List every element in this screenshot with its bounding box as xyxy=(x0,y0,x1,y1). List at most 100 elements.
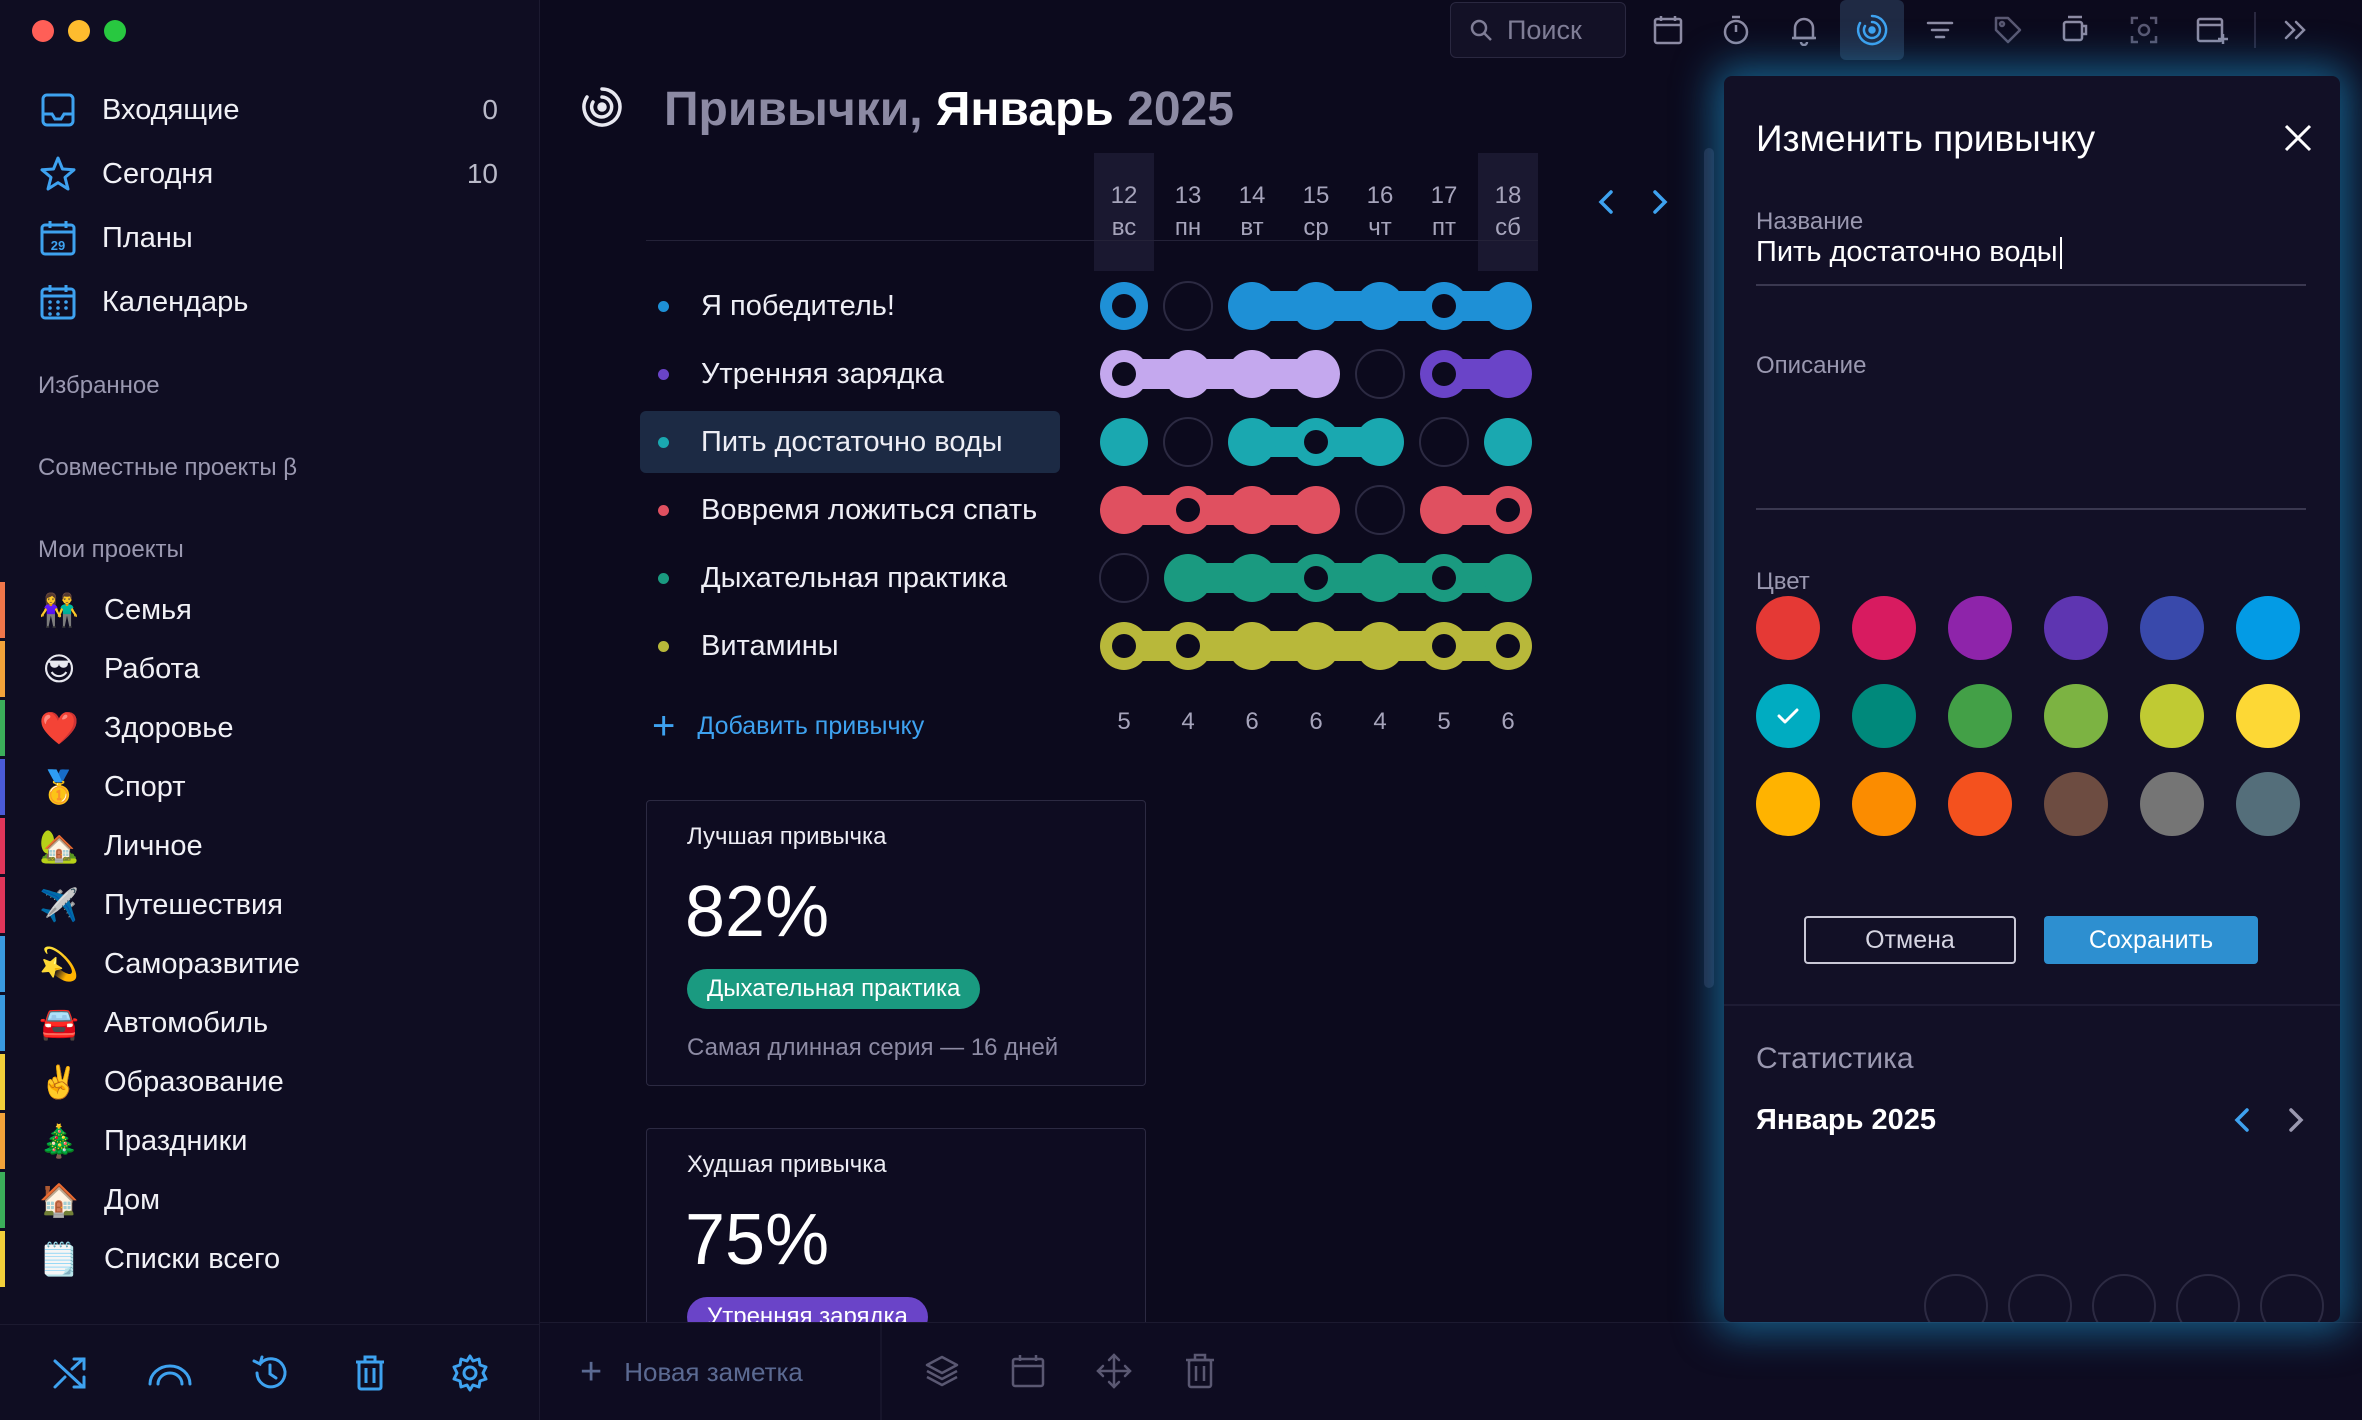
habits-icon[interactable] xyxy=(1840,0,1904,60)
rainbow-icon[interactable] xyxy=(146,1349,194,1397)
maximize-window-button[interactable] xyxy=(104,20,126,42)
cancel-button[interactable]: Отмена xyxy=(1804,916,2016,964)
nav-calendar[interactable]: Календарь xyxy=(38,276,498,328)
screenshot-icon[interactable] xyxy=(2112,0,2176,60)
habit-day-cell[interactable] xyxy=(1100,418,1148,466)
habit-day-cell[interactable] xyxy=(1228,418,1276,466)
save-button[interactable]: Сохранить xyxy=(2044,916,2258,964)
stats-prev-button[interactable] xyxy=(2224,1102,2260,1138)
add-window-icon[interactable] xyxy=(2180,0,2244,60)
prev-week-button[interactable] xyxy=(1588,184,1624,220)
color-swatch[interactable] xyxy=(1756,772,1820,836)
layers-icon[interactable] xyxy=(918,1347,966,1395)
trash-icon[interactable] xyxy=(1176,1347,1224,1395)
collapse-panel-icon[interactable] xyxy=(2264,0,2328,60)
habit-row[interactable]: Пить достаточно воды xyxy=(640,411,1060,473)
habit-day-cell[interactable] xyxy=(1228,622,1276,670)
habit-row[interactable]: Утренняя зарядка xyxy=(640,343,1060,405)
habit-day-cell[interactable] xyxy=(1228,350,1276,398)
scrollbar[interactable] xyxy=(1704,148,1714,988)
search-input[interactable]: Поиск xyxy=(1450,2,1626,58)
color-swatch[interactable] xyxy=(1948,772,2012,836)
project-item[interactable]: 🥇 Спорт xyxy=(0,759,540,815)
color-swatch[interactable] xyxy=(1756,596,1820,660)
habit-day-cell[interactable] xyxy=(1292,622,1340,670)
minimize-window-button[interactable] xyxy=(68,20,90,42)
habit-day-cell[interactable] xyxy=(1356,418,1404,466)
project-item[interactable]: 😎 Работа xyxy=(0,641,540,697)
project-item[interactable]: 🗒️ Списки всего xyxy=(0,1231,540,1287)
description-field[interactable] xyxy=(1756,390,2306,520)
habit-row[interactable]: Вовремя ложиться спать xyxy=(640,479,1060,541)
color-swatch[interactable] xyxy=(2044,684,2108,748)
color-swatch[interactable] xyxy=(1852,684,1916,748)
color-swatch[interactable] xyxy=(1948,684,2012,748)
history-icon[interactable] xyxy=(246,1349,294,1397)
habit-day-cell[interactable] xyxy=(1164,554,1212,602)
habit-day-cell[interactable] xyxy=(1484,418,1532,466)
color-swatch[interactable] xyxy=(2236,684,2300,748)
habit-day-cell[interactable] xyxy=(1292,486,1340,534)
color-swatch[interactable] xyxy=(2044,772,2108,836)
habit-day-cell[interactable] xyxy=(1163,281,1213,331)
habit-day-cell[interactable] xyxy=(1100,486,1148,534)
color-swatch[interactable] xyxy=(1948,596,2012,660)
my-projects-title[interactable]: Мои проекты xyxy=(38,536,184,564)
habit-day-cell[interactable] xyxy=(1228,554,1276,602)
bell-icon[interactable] xyxy=(1772,0,1836,60)
habit-day-cell[interactable] xyxy=(1292,350,1340,398)
habit-day-cell[interactable] xyxy=(1484,282,1532,330)
nav-plans[interactable]: 29 Планы xyxy=(38,212,498,264)
favorites-title[interactable]: Избранное xyxy=(38,372,160,400)
stats-next-button[interactable] xyxy=(2278,1102,2314,1138)
nav-inbox[interactable]: Входящие 0 xyxy=(38,84,498,136)
habit-day-cell[interactable] xyxy=(1292,282,1340,330)
move-icon[interactable] xyxy=(1090,1347,1138,1395)
project-item[interactable]: 🏠 Дом xyxy=(0,1172,540,1228)
color-swatch[interactable] xyxy=(1852,596,1916,660)
close-window-button[interactable] xyxy=(32,20,54,42)
color-swatch[interactable] xyxy=(1756,684,1820,748)
filter-icon[interactable] xyxy=(1908,0,1972,60)
habit-day-cell[interactable] xyxy=(1356,554,1404,602)
habit-day-cell[interactable] xyxy=(1355,485,1405,535)
color-swatch[interactable] xyxy=(1852,772,1916,836)
project-item[interactable]: 🏡 Личное xyxy=(0,818,540,874)
habit-grid[interactable] xyxy=(1080,270,1580,690)
calendar-icon[interactable] xyxy=(1636,0,1700,60)
habit-tag[interactable]: Дыхательная практика xyxy=(687,969,981,1009)
habit-row[interactable]: Витамины xyxy=(640,615,1060,677)
color-swatch[interactable] xyxy=(2236,596,2300,660)
close-panel-button[interactable] xyxy=(2278,118,2318,158)
habit-day-cell[interactable] xyxy=(1356,282,1404,330)
project-item[interactable]: ✈️ Путешествия xyxy=(0,877,540,933)
color-swatch[interactable] xyxy=(2140,772,2204,836)
project-item[interactable]: 🎄 Праздники xyxy=(0,1113,540,1169)
next-week-button[interactable] xyxy=(1642,184,1678,220)
color-swatch[interactable] xyxy=(2236,772,2300,836)
project-item[interactable]: ✌️ Образование xyxy=(0,1054,540,1110)
project-item[interactable]: 💫 Саморазвитие xyxy=(0,936,540,992)
color-swatch[interactable] xyxy=(2140,596,2204,660)
habit-day-cell[interactable] xyxy=(1420,486,1468,534)
habit-day-cell[interactable] xyxy=(1484,554,1532,602)
habit-day-cell[interactable] xyxy=(1099,553,1149,603)
shared-projects-title[interactable]: Совместные проекты β xyxy=(38,454,297,482)
new-note-button[interactable]: + Новая заметка xyxy=(580,1351,803,1394)
add-habit-button[interactable]: + Добавить привычку xyxy=(652,706,924,746)
habit-row[interactable]: Дыхательная практика xyxy=(640,547,1060,609)
habit-row[interactable]: Я победитель! xyxy=(640,275,1060,337)
project-item[interactable]: ❤️ Здоровье xyxy=(0,700,540,756)
trash-icon[interactable] xyxy=(346,1349,394,1397)
project-item[interactable]: 🚘 Автомобиль xyxy=(0,995,540,1051)
coffee-icon[interactable] xyxy=(2044,0,2108,60)
tag-icon[interactable] xyxy=(1976,0,2040,60)
timer-icon[interactable] xyxy=(1704,0,1768,60)
habit-day-cell[interactable] xyxy=(1228,282,1276,330)
name-field[interactable]: Пить достаточно воды xyxy=(1756,236,2062,270)
habit-day-cell[interactable] xyxy=(1163,417,1213,467)
habit-day-cell[interactable] xyxy=(1419,417,1469,467)
habit-day-cell[interactable] xyxy=(1355,349,1405,399)
settings-icon[interactable] xyxy=(446,1349,494,1397)
color-swatch[interactable] xyxy=(2044,596,2108,660)
